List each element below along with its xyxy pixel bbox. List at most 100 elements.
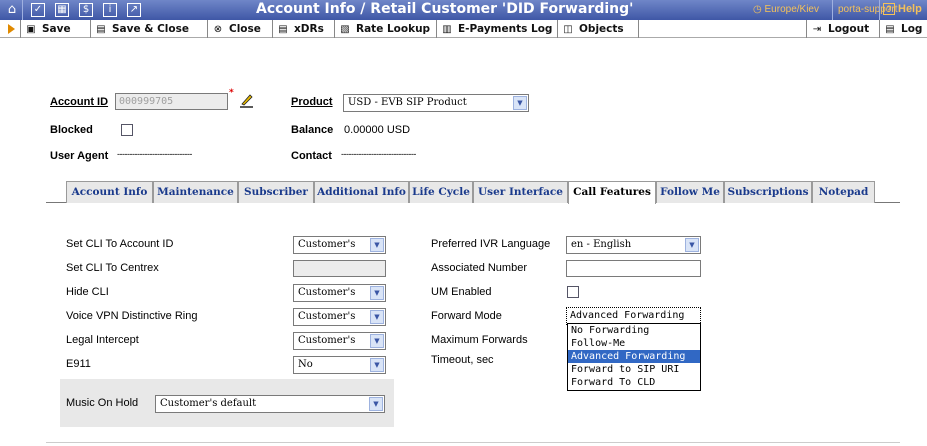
help-label: Help — [898, 3, 922, 15]
toolbar-spacer — [639, 20, 807, 38]
forward-mode-dropdown-list: No Forwarding Follow-Me Advanced Forward… — [567, 323, 701, 391]
floppy-icon: ▤ — [96, 24, 106, 35]
tab-subscriptions[interactable]: Subscriptions — [724, 181, 812, 203]
vpn-ring-select[interactable]: Customer's ▼ — [293, 308, 386, 326]
music-on-hold-label: Music On Hold — [66, 397, 139, 409]
objects-label: Objects — [579, 23, 624, 35]
hide-cli-select[interactable]: Customer's ▼ — [293, 284, 386, 302]
forward-option[interactable]: Follow-Me — [568, 337, 700, 350]
xdrs-button[interactable]: ▤ xDRs — [273, 20, 335, 38]
timezone-label: Europe/Kiev — [764, 4, 819, 15]
set-cli-centrex-label: Set CLI To Centrex — [66, 262, 159, 274]
ivr-language-select[interactable]: en - English ▼ — [566, 236, 701, 254]
help-link[interactable]: ? Help — [883, 3, 922, 15]
chart-icon[interactable]: ↗ — [127, 3, 141, 17]
divider — [832, 0, 833, 20]
tab-additional-info[interactable]: Additional Info — [314, 181, 409, 203]
checkbox-icon[interactable]: ✓ — [31, 3, 45, 17]
save-label: Save — [42, 23, 71, 35]
chevron-down-icon: ▼ — [513, 96, 527, 110]
save-button[interactable]: ▣ Save — [21, 20, 91, 38]
contact-label: Contact — [291, 150, 332, 162]
legal-intercept-value: Customer's — [298, 335, 356, 346]
title-bar: ⌂ ✓ ▦ $ i ↗ Account Info / Retail Custom… — [0, 0, 927, 20]
chevron-down-icon: ▼ — [369, 397, 383, 411]
logout-button[interactable]: ⇥ Logout — [807, 20, 880, 38]
e911-value: No — [298, 359, 313, 370]
blocked-label: Blocked — [50, 124, 93, 136]
forward-option[interactable]: Forward To CLD — [568, 376, 700, 389]
contact-value: ------------------------------ — [341, 149, 416, 159]
timezone-link[interactable]: ◷ Europe/Kiev — [753, 4, 819, 15]
divider — [879, 0, 880, 20]
list-icon: ▤ — [278, 24, 288, 35]
tab-follow-me[interactable]: Follow Me — [656, 181, 724, 203]
legal-intercept-select[interactable]: Customer's ▼ — [293, 332, 386, 350]
play-arrow-icon — [8, 24, 15, 34]
music-on-hold-select[interactable]: Customer's default ▼ — [155, 395, 385, 413]
blocked-checkbox[interactable] — [121, 124, 133, 136]
e911-select[interactable]: No ▼ — [293, 356, 386, 374]
music-on-hold-value: Customer's default — [160, 398, 257, 409]
legal-intercept-label: Legal Intercept — [66, 334, 139, 346]
vpn-ring-label: Voice VPN Distinctive Ring — [66, 310, 198, 322]
epayments-label: E-Payments Log — [458, 23, 553, 35]
forward-option-selected[interactable]: Advanced Forwarding — [568, 350, 700, 363]
log-icon: ▤ — [885, 24, 895, 35]
set-cli-value: Customer's — [298, 239, 356, 250]
ivr-language-value: en - English — [571, 239, 632, 250]
user-agent-label: User Agent — [50, 150, 109, 162]
epayments-log-button[interactable]: ▥ E-Payments Log — [437, 20, 558, 38]
chevron-down-icon: ▼ — [370, 286, 384, 300]
associated-number-field[interactable] — [566, 260, 701, 277]
close-label: Close — [229, 23, 261, 35]
page-title: Account Info / Retail Customer 'DID Forw… — [256, 1, 634, 17]
forward-option[interactable]: No Forwarding — [568, 324, 700, 337]
xdrs-label: xDRs — [294, 23, 324, 35]
tab-account-info[interactable]: Account Info — [66, 181, 153, 203]
account-id-field[interactable]: 000999705 — [115, 93, 228, 110]
ivr-language-label: Preferred IVR Language — [431, 238, 551, 250]
grid-icon[interactable]: ▦ — [55, 3, 69, 17]
log-label: Log — [901, 23, 923, 35]
tab-user-interface[interactable]: User Interface — [473, 181, 568, 203]
product-label: Product — [291, 96, 333, 108]
e911-label: E911 — [66, 358, 91, 370]
timeout-label: Timeout, sec — [431, 354, 494, 366]
balance-label: Balance — [291, 124, 334, 136]
um-enabled-checkbox[interactable] — [567, 286, 579, 298]
tab-call-features[interactable]: Call Features — [568, 181, 656, 204]
floppy-icon: ▣ — [26, 24, 36, 35]
save-close-button[interactable]: ▤ Save & Close — [91, 20, 208, 38]
section-bottom-border — [46, 442, 900, 443]
account-id-label: Account ID — [50, 96, 109, 108]
divider — [22, 0, 23, 20]
um-enabled-label: UM Enabled — [431, 286, 492, 298]
tab-notepad[interactable]: Notepad — [812, 181, 875, 203]
info-icon[interactable]: i — [103, 3, 117, 17]
document-icon: ▥ — [442, 24, 452, 35]
objects-button[interactable]: ◫ Objects — [558, 20, 639, 38]
set-cli-select[interactable]: Customer's ▼ — [293, 236, 386, 254]
forward-option[interactable]: Forward to SIP URI — [568, 363, 700, 376]
product-select[interactable]: USD - EVB SIP Product ▼ — [343, 94, 529, 112]
calculator-icon: ▧ — [340, 24, 350, 35]
rate-lookup-button[interactable]: ▧ Rate Lookup — [335, 20, 437, 38]
dollar-icon[interactable]: $ — [79, 3, 93, 17]
associated-number-label: Associated Number — [431, 262, 527, 274]
logout-icon: ⇥ — [812, 24, 822, 35]
rate-lookup-label: Rate Lookup — [356, 23, 431, 35]
user-agent-value: ------------------------------ — [117, 149, 192, 159]
tab-subscriber[interactable]: Subscriber — [238, 181, 314, 203]
tab-maintenance[interactable]: Maintenance — [153, 181, 238, 203]
tab-life-cycle[interactable]: Life Cycle — [409, 181, 473, 203]
objects-icon: ◫ — [563, 24, 573, 35]
toolbar: ▣ Save ▤ Save & Close ⊗ Close ▤ xDRs ▧ Rate L… — [0, 20, 927, 38]
home-icon[interactable]: ⌂ — [5, 3, 19, 17]
edit-pencil-icon[interactable] — [238, 92, 254, 108]
set-cli-centrex-field[interactable] — [293, 260, 386, 277]
chevron-down-icon: ▼ — [370, 334, 384, 348]
maximum-forwards-label: Maximum Forwards — [431, 334, 528, 346]
log-button[interactable]: ▤ Log — [880, 20, 927, 38]
close-button[interactable]: ⊗ Close — [208, 20, 273, 38]
